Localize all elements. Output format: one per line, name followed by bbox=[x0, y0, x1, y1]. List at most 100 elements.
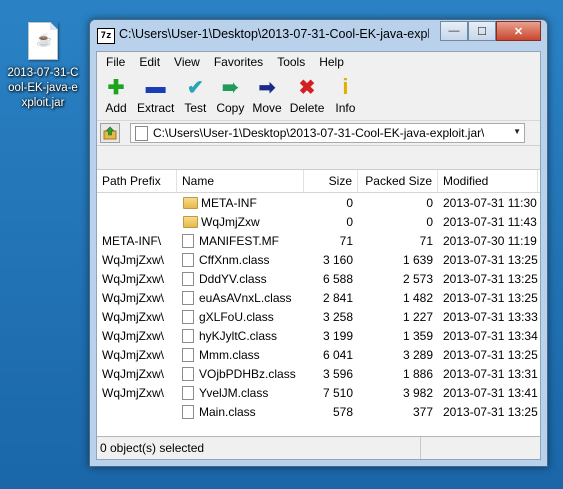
cell-size: 6 041 bbox=[322, 347, 353, 362]
toolbar-label: Delete bbox=[289, 101, 325, 115]
file-name: META-INF bbox=[201, 195, 257, 210]
column-header-size[interactable]: Size bbox=[304, 170, 358, 192]
file-name: hyKJyltC.class bbox=[199, 328, 278, 343]
path-combobox[interactable]: C:\Users\User-1\Desktop\2013-07-31-Cool-… bbox=[130, 123, 525, 143]
column-header-packed-size[interactable]: Packed Size bbox=[358, 170, 438, 192]
minus-icon: ▬ bbox=[145, 75, 166, 98]
add-button[interactable]: ✚ Add bbox=[99, 72, 133, 120]
toolbar-label: Move bbox=[252, 101, 282, 115]
check-icon: ✔ bbox=[186, 76, 204, 99]
table-row[interactable]: WqJmjZxw\ euAsAVnxL.class 2 841 1 482 2013-0… bbox=[97, 288, 540, 307]
test-button[interactable]: ✔ Test bbox=[178, 72, 212, 120]
delete-button[interactable]: ✖ Delete bbox=[286, 72, 329, 120]
table-row[interactable]: WqJmjZxw\ DddYV.class 6 588 2 573 2013-07-31… bbox=[97, 269, 540, 288]
folder-up-icon bbox=[103, 126, 117, 140]
table-row[interactable]: META-INF\ MANIFEST.MF 71 71 2013-07-30 11:19 bbox=[97, 231, 540, 250]
file-icon bbox=[182, 366, 194, 381]
extract-button[interactable]: ▬ Extract bbox=[133, 72, 178, 120]
toolbar-label: Extract bbox=[137, 101, 175, 115]
cell-path-prefix: WqJmjZxw\ bbox=[102, 366, 164, 381]
table-row[interactable]: WqJmjZxw\ hyKJyltC.class 3 199 1 359 2013-07… bbox=[97, 326, 540, 345]
folder-icon bbox=[183, 215, 198, 228]
table-row[interactable]: WqJmjZxw\ VOjbPDHBz.class 3 596 1 886 2013-0… bbox=[97, 364, 540, 383]
table-row[interactable]: WqJmjZxw\ gXLFoU.class 3 258 1 227 2013-07-3… bbox=[97, 307, 540, 326]
cell-size: 7 510 bbox=[322, 385, 353, 400]
table-row[interactable]: META-INF 0 0 2013-07-31 11:30 bbox=[97, 193, 540, 212]
cell-modified: 2013-07-31 13:25 bbox=[443, 252, 538, 267]
cell-packed-size: 71 bbox=[419, 233, 433, 248]
move-button[interactable]: ➡ Move bbox=[248, 72, 285, 120]
file-name: MANIFEST.MF bbox=[199, 233, 279, 248]
column-header-name[interactable]: Name bbox=[177, 170, 304, 192]
cell-packed-size: 1 886 bbox=[402, 366, 433, 381]
table-row[interactable]: Main.class 578 377 2013-07-31 13:25 bbox=[97, 402, 540, 421]
cell-modified: 2013-07-30 11:19 bbox=[443, 233, 537, 248]
menu-edit[interactable]: Edit bbox=[132, 55, 167, 69]
title-bar[interactable]: 7z C:\Users\User-1\Desktop\2013-07-31-Co… bbox=[90, 20, 547, 50]
file-name: VOjbPDHBz.class bbox=[199, 366, 296, 381]
cell-modified: 2013-07-31 13:25 bbox=[443, 404, 538, 419]
column-header-path-prefix[interactable]: Path Prefix bbox=[97, 170, 177, 192]
desktop-jar-file-icon[interactable]: ☕ 2013-07-31-Cool-EK-java-exploit.jar bbox=[6, 22, 80, 111]
menu-file[interactable]: File bbox=[99, 55, 132, 69]
cell-path-prefix: WqJmjZxw\ bbox=[102, 309, 164, 324]
file-icon bbox=[182, 347, 194, 362]
copy-arrow-icon: ➠ bbox=[221, 76, 239, 99]
table-row[interactable]: WqJmjZxw\ CffXnm.class 3 160 1 639 2013-07-3… bbox=[97, 250, 540, 269]
cell-packed-size: 3 982 bbox=[402, 385, 433, 400]
folder-up-button[interactable] bbox=[100, 123, 120, 143]
cell-size: 0 bbox=[346, 214, 353, 229]
file-icon bbox=[182, 309, 194, 324]
archive-file-icon bbox=[135, 125, 148, 141]
cell-path-prefix: WqJmjZxw\ bbox=[102, 328, 164, 343]
column-header-modified[interactable]: Modified bbox=[438, 170, 538, 192]
menu-help[interactable]: Help bbox=[312, 55, 351, 69]
cell-packed-size: 377 bbox=[412, 404, 433, 419]
cell-name: WqJmjZxw bbox=[177, 215, 304, 229]
cell-size: 6 588 bbox=[322, 271, 353, 286]
cell-name: Mmm.class bbox=[177, 347, 304, 362]
cell-modified: 2013-07-31 13:25 bbox=[443, 290, 538, 305]
desktop-icon-label: 2013-07-31-Cool-EK-java-exploit.jar bbox=[7, 67, 79, 109]
menu-favorites[interactable]: Favorites bbox=[207, 55, 270, 69]
cell-name: CffXnm.class bbox=[177, 252, 304, 267]
cell-path-prefix: WqJmjZxw\ bbox=[102, 252, 164, 267]
window-client-area: File Edit View Favorites Tools Help ✚ Add… bbox=[96, 51, 541, 460]
menu-tools[interactable]: Tools bbox=[270, 55, 312, 69]
java-cup-icon: ☕ bbox=[36, 32, 53, 47]
toolbar-label: Test bbox=[184, 101, 207, 115]
cell-name: VOjbPDHBz.class bbox=[177, 366, 304, 381]
cell-modified: 2013-07-31 13:33 bbox=[443, 309, 538, 324]
cell-modified: 2013-07-31 13:34 bbox=[443, 328, 538, 343]
copy-button[interactable]: ➠ Copy bbox=[212, 72, 248, 120]
cell-modified: 2013-07-31 13:25 bbox=[443, 347, 538, 362]
cell-packed-size: 1 482 bbox=[402, 290, 433, 305]
menu-view[interactable]: View bbox=[167, 55, 207, 69]
info-button[interactable]: i Info bbox=[328, 72, 362, 120]
delete-x-icon: ✖ bbox=[298, 76, 316, 99]
minimize-button[interactable]: — bbox=[440, 21, 468, 41]
table-row[interactable]: WqJmjZxw 0 0 2013-07-31 11:43 bbox=[97, 212, 540, 231]
cell-size: 71 bbox=[339, 233, 353, 248]
cell-path-prefix: WqJmjZxw\ bbox=[102, 290, 164, 305]
cell-name: DddYV.class bbox=[177, 271, 304, 286]
cell-size: 3 596 bbox=[322, 366, 353, 381]
maximize-button[interactable]: ☐ bbox=[468, 21, 496, 41]
cell-size: 578 bbox=[332, 404, 353, 419]
toolbar-label: Copy bbox=[216, 101, 245, 115]
close-button[interactable]: ✕ bbox=[496, 21, 541, 41]
cell-modified: 2013-07-31 11:43 bbox=[443, 214, 537, 229]
cell-size: 3 258 bbox=[322, 309, 353, 324]
cell-packed-size: 1 227 bbox=[402, 309, 433, 324]
file-name: Mmm.class bbox=[199, 347, 260, 362]
cell-size: 3 160 bbox=[322, 252, 353, 267]
file-icon bbox=[182, 404, 194, 419]
table-row[interactable]: WqJmjZxw\ Mmm.class 6 041 3 289 2013-07-31 1… bbox=[97, 345, 540, 364]
menu-bar: File Edit View Favorites Tools Help bbox=[97, 52, 540, 72]
cell-name: Main.class bbox=[177, 404, 304, 419]
chevron-down-icon[interactable]: ▼ bbox=[513, 127, 521, 136]
cell-packed-size: 3 289 bbox=[402, 347, 433, 362]
table-row[interactable]: WqJmjZxw\ YvelJM.class 7 510 3 982 2013-07-3… bbox=[97, 383, 540, 402]
cell-name: YvelJM.class bbox=[177, 385, 304, 400]
file-name: YvelJM.class bbox=[199, 385, 269, 400]
